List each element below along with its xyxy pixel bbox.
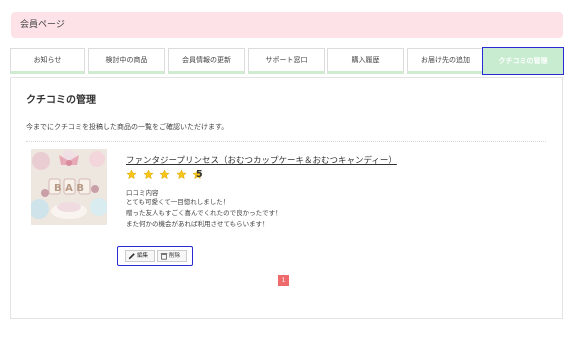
rating-value: 5 xyxy=(196,169,203,180)
thumb-text: B A B xyxy=(54,183,84,194)
review-line: また何かの機会があれば利用させてもらいます！ xyxy=(126,220,269,228)
pagination-current-page[interactable]: 1 xyxy=(278,275,289,286)
delete-button-label: 削除 xyxy=(169,253,181,259)
review-action-buttons: 編集 削除 xyxy=(117,246,193,266)
tab-news[interactable]: お知らせ xyxy=(10,48,85,74)
edit-button-label: 編集 xyxy=(137,253,149,259)
tab-review-management[interactable]: クチコミの管理 xyxy=(482,47,564,75)
tab-bar: お知らせ 検討中の商品 会員情報の更新 サポート窓口 購入履歴 お届け先の追加 … xyxy=(10,47,566,75)
star-icon xyxy=(142,169,154,180)
divider xyxy=(26,141,546,142)
edit-button[interactable]: 編集 xyxy=(125,250,155,262)
rating-stars xyxy=(126,169,204,182)
tab-purchase-history[interactable]: 購入履歴 xyxy=(327,48,404,74)
panel-description: 今までにクチコミを投稿した商品の一覧をご確認いただけます。 xyxy=(26,123,229,131)
product-thumbnail[interactable]: B A B xyxy=(31,149,107,225)
tab-add-delivery-address[interactable]: お届け先の追加 xyxy=(407,48,484,74)
page-title: 会員ページ xyxy=(20,20,65,30)
pencil-icon xyxy=(128,253,135,260)
review-line: 贈った友人もすごく喜んでくれたので良かったです！ xyxy=(126,209,282,217)
star-icon xyxy=(176,169,187,180)
trash-icon xyxy=(160,253,168,260)
review-line: とても可愛くて一目惚れしました！ xyxy=(126,198,230,206)
tab-member-info-update[interactable]: 会員情報の更新 xyxy=(168,48,245,74)
tab-considering-products[interactable]: 検討中の商品 xyxy=(88,48,165,74)
product-name-link[interactable]: ファンタジープリンセス（おむつカップケーキ＆おむつキャンディー） xyxy=(126,154,397,166)
delete-button[interactable]: 削除 xyxy=(157,250,187,262)
member-page-header: 会員ページ xyxy=(11,12,563,38)
tab-support[interactable]: サポート窓口 xyxy=(248,48,325,74)
panel-title: クチコミの管理 xyxy=(26,95,96,106)
star-icon xyxy=(126,169,137,180)
star-icon xyxy=(159,169,170,180)
product-image: B A B xyxy=(31,149,107,225)
